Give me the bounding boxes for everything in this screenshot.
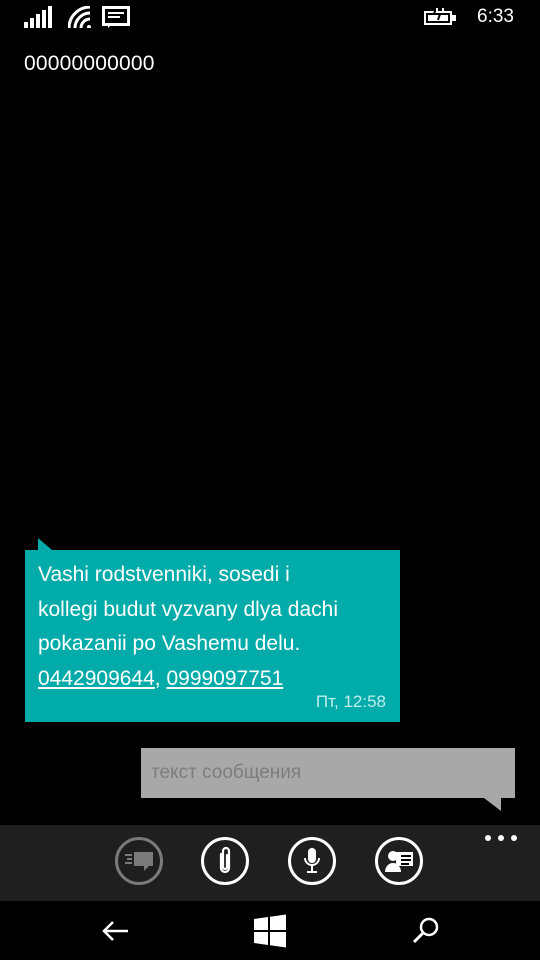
link-separator: , (154, 666, 167, 690)
compose-bubble-tail (484, 798, 501, 811)
voice-input-button[interactable] (288, 837, 336, 885)
battery-charging-icon (424, 8, 456, 25)
microphone-icon (304, 848, 320, 873)
templates-icon (125, 852, 153, 871)
phone-link-1[interactable]: 0442909644 (38, 667, 155, 690)
message-timestamp: Пт, 12:58 (315, 692, 386, 711)
app-bar (0, 825, 540, 901)
phone-link-2[interactable]: 0999097751 (166, 667, 283, 690)
message-line: pokazanii po Vashemu delu. (38, 632, 301, 655)
incoming-bubble-tail (38, 538, 52, 550)
status-time: 6:33 (477, 6, 514, 27)
search-icon[interactable] (408, 913, 444, 949)
message-line: Vashi rodstvenniki, sosedi i (38, 563, 290, 586)
incoming-message-bubble[interactable]: Vashi rodstvenniki, sosedi i kollegi bud… (25, 550, 400, 722)
contact-number[interactable]: 00000000000 (24, 52, 155, 76)
status-bar: 6:33 (0, 0, 540, 36)
templates-button[interactable] (115, 837, 163, 885)
windows-start-icon[interactable] (252, 913, 288, 949)
message-input[interactable] (141, 748, 515, 798)
navigation-bar (0, 901, 540, 960)
message-icon (102, 6, 130, 28)
ellipsis-icon[interactable] (484, 831, 518, 845)
message-links-line: 0442909644, 0999097751 (38, 662, 393, 697)
message-body: Vashi rodstvenniki, sosedi i kollegi bud… (38, 558, 393, 696)
attach-button[interactable] (201, 837, 249, 885)
compose-box[interactable] (141, 748, 515, 798)
wifi-icon (68, 6, 91, 28)
attach-icon (219, 846, 231, 874)
message-line: kollegi budut vyzvany dlya dachi (38, 597, 339, 621)
share-contact-button[interactable] (375, 837, 423, 885)
contact-card-icon (385, 851, 413, 872)
back-icon[interactable] (98, 913, 134, 949)
signal-icon (24, 6, 52, 28)
